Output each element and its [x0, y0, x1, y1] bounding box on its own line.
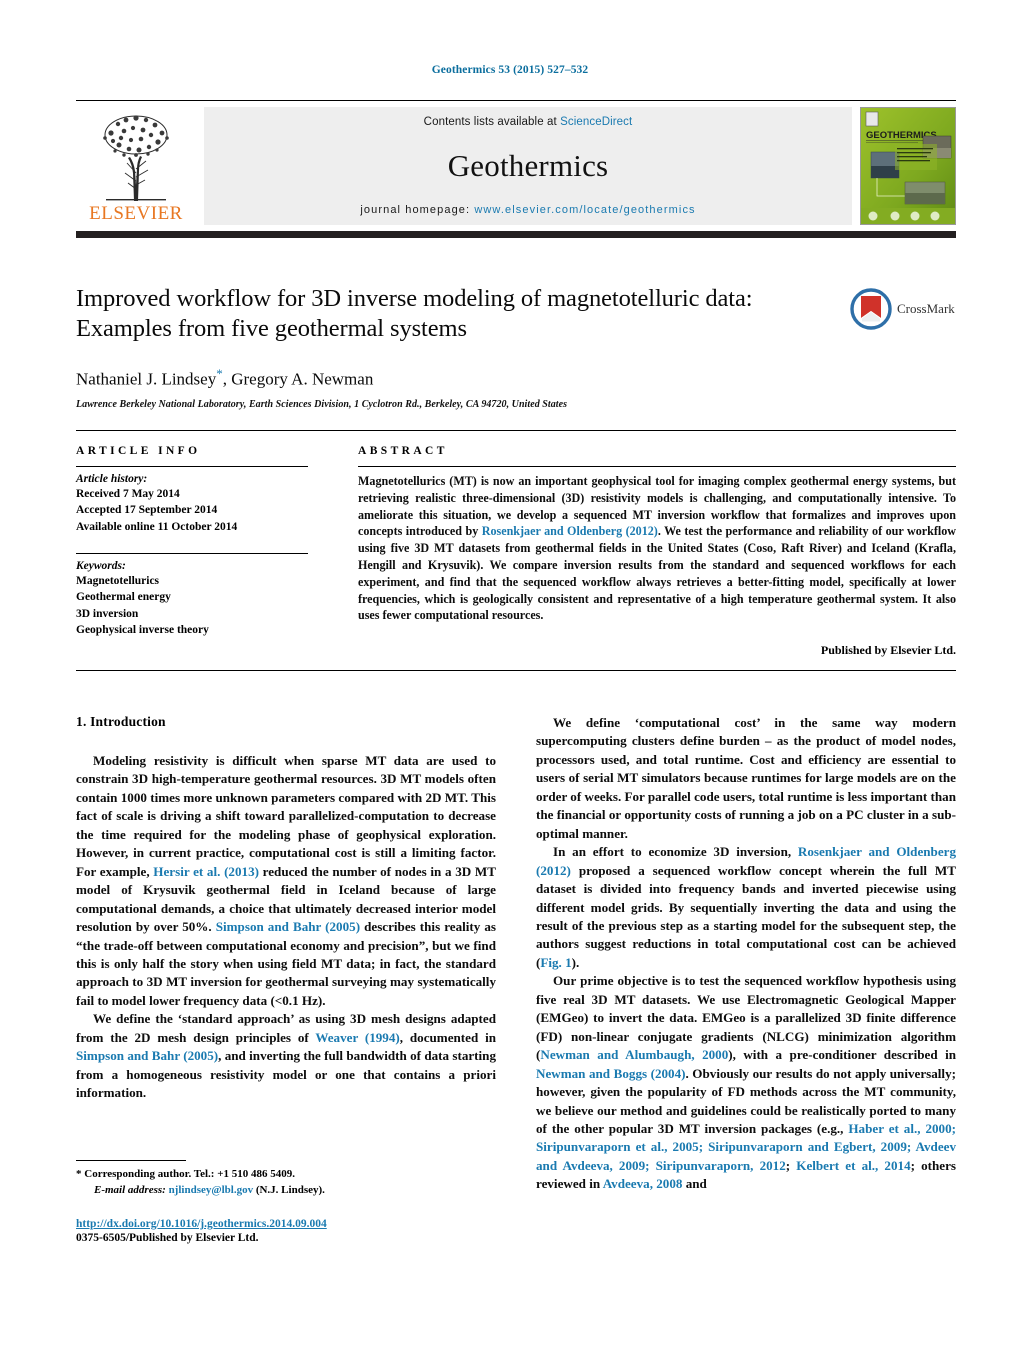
masthead-center: Contents lists available at ScienceDirec… — [204, 107, 852, 225]
body-column-left: 1. Introduction Modeling resistivity is … — [76, 714, 496, 1103]
elsevier-logo: ELSEVIER — [76, 107, 196, 225]
email-note: E-mail address: njlindsey@lbl.gov (N.J. … — [76, 1183, 496, 1199]
issn-publisher-line: 0375-6505/Published by Elsevier Ltd. — [76, 1232, 259, 1244]
citation-link[interactable]: Fig. 1 — [540, 955, 571, 970]
journal-title: Geothermics — [447, 148, 609, 183]
crossmark-badge[interactable]: CrossMark — [850, 286, 956, 332]
paragraph-text: In an effort to economize 3D inversion, — [553, 844, 798, 860]
footnote-corresponding-text: Corresponding author. Tel.: +1 510 486 5… — [84, 1168, 295, 1180]
abstract-part-2: . We test the performance and reliabilit… — [358, 524, 957, 623]
title-block: Improved workflow for 3D inverse modelin… — [76, 284, 956, 410]
body-paragraph: Modeling resistivity is difficult when s… — [76, 752, 496, 1010]
citation-link[interactable]: Newman and Alumbaugh, 2000 — [540, 1047, 728, 1062]
page-title: Improved workflow for 3D inverse modelin… — [76, 285, 753, 342]
masthead-bottom-rule — [76, 231, 956, 238]
body-paragraph: We define ‘computational cost’ in the sa… — [536, 714, 956, 843]
crossmark-label: CrossMark — [897, 301, 955, 316]
abstract-rule — [358, 466, 956, 467]
paragraph-text: Modeling resistivity is difficult when s… — [76, 753, 496, 879]
elsevier-tree-icon — [103, 115, 169, 201]
paragraph-text: ), with a pre-conditioner described in — [728, 1047, 956, 1063]
article-history-online: Available online 11 October 2014 — [76, 520, 238, 533]
journal-homepage-line: journal homepage: www.elsevier.com/locat… — [360, 204, 695, 216]
crossmark-icon — [850, 288, 892, 330]
citation-link[interactable]: Weaver (1994) — [315, 1030, 399, 1045]
affiliation: Lawrence Berkeley National Laboratory, E… — [76, 399, 568, 411]
sciencedirect-link[interactable]: ScienceDirect — [560, 116, 632, 128]
body-columns: 1. Introduction Modeling resistivity is … — [76, 714, 956, 1191]
keywords-label: Keywords: — [76, 559, 126, 572]
author-secondary: , Gregory A. Newman — [222, 369, 374, 389]
journal-masthead: ELSEVIER Contents lists available at Sci… — [76, 100, 956, 238]
abstract-text: Magnetotellurics (MT) is now an importan… — [358, 473, 956, 624]
footnote-block: * Corresponding author. Tel.: +1 510 486… — [76, 1160, 496, 1199]
citation-link[interactable]: Avdeeva, 2008 — [603, 1176, 683, 1191]
paragraph-text: We define ‘computational cost’ in the sa… — [536, 715, 956, 841]
doi-block: http://dx.doi.org/10.1016/j.geothermics.… — [76, 1218, 516, 1244]
email-owner: (N.J. Lindsey). — [255, 1183, 325, 1196]
abstract-heading: ABSTRACT — [358, 445, 448, 457]
article-history-label: Article history: — [76, 473, 148, 485]
keyword-item: 3D inversion — [76, 607, 139, 620]
article-history-received: Received 7 May 2014 — [76, 488, 180, 500]
email-address-label: E-mail address: — [94, 1183, 166, 1196]
corresponding-author-note: * Corresponding author. Tel.: +1 510 486… — [76, 1167, 496, 1183]
abstract-copyright: Published by Elsevier Ltd. — [820, 643, 956, 658]
running-head: Geothermics 53 (2015) 527–532 — [431, 64, 589, 76]
masthead-top-rule — [76, 100, 956, 101]
contents-prefix: Contents lists available at — [423, 116, 561, 128]
doi-link[interactable]: http://dx.doi.org/10.1016/j.geothermics.… — [76, 1218, 516, 1230]
paper-page: Geothermics 53 (2015) 527–532 ELSEVIER C… — [0, 0, 1020, 1351]
article-info-column: ARTICLE INFO Article history: Received 7… — [76, 445, 334, 658]
article-info-rule — [76, 466, 308, 467]
article-info-heading: ARTICLE INFO — [76, 445, 201, 457]
elsevier-wordmark: ELSEVIER — [89, 203, 183, 224]
keywords-rule — [76, 552, 308, 554]
body-paragraph: In an effort to economize 3D inversion, … — [536, 843, 956, 972]
keyword-item: Geophysical inverse theory — [76, 623, 209, 636]
paragraph-text: ). — [571, 954, 580, 970]
abstract-citation-link[interactable]: Rosenkjaer and Oldenberg (2012) — [482, 524, 658, 538]
body-column-right: We define ‘computational cost’ in the sa… — [536, 714, 956, 1194]
article-history-accepted: Accepted 17 September 2014 — [76, 504, 218, 517]
citation-link[interactable]: Simpson and Bahr (2005) — [216, 919, 360, 934]
email-link[interactable]: njlindsey@lbl.gov — [169, 1184, 254, 1196]
section-heading-introduction: 1. Introduction — [76, 714, 166, 729]
author-list: Nathaniel J. Lindsey*, Gregory A. Newman — [76, 366, 956, 390]
paragraph-text: ; — [785, 1157, 797, 1173]
author-primary: Nathaniel J. Lindsey — [76, 369, 217, 389]
journal-homepage-link[interactable]: www.elsevier.com/locate/geothermics — [474, 204, 695, 216]
keyword-item: Magnetotellurics — [76, 574, 160, 587]
info-abstract-panel: ARTICLE INFO Article history: Received 7… — [76, 430, 956, 672]
citation-link[interactable]: Simpson and Bahr (2005) — [76, 1048, 218, 1063]
cover-art: GEOTHERMICS — [861, 108, 955, 224]
left-paragraph-container: Modeling resistivity is difficult when s… — [76, 752, 496, 1103]
abstract-column: ABSTRACT Magnetotellurics (MT) is now an… — [334, 445, 956, 658]
paragraph-text: proposed a sequenced workflow concept wh… — [536, 862, 956, 970]
journal-cover-thumbnail: GEOTHERMICS — [860, 107, 956, 225]
citation-link[interactable]: Newman and Boggs (2004) — [536, 1066, 686, 1081]
body-paragraph: Our prime objective is to test the seque… — [536, 972, 956, 1193]
homepage-prefix: journal homepage: — [360, 204, 475, 216]
contents-available-line: Contents lists available at ScienceDirec… — [424, 116, 633, 128]
footnote-marker: * — [76, 1168, 82, 1180]
paragraph-text: and — [682, 1176, 707, 1192]
paragraph-text: , documented in — [399, 1029, 496, 1045]
keyword-item: Geothermal energy — [76, 591, 171, 604]
citation-link[interactable]: Hersir et al. (2013) — [153, 864, 259, 879]
body-paragraph: We define the ‘standard approach’ as usi… — [76, 1010, 496, 1102]
footnote-rule — [76, 1160, 186, 1161]
right-paragraph-container: We define ‘computational cost’ in the sa… — [536, 714, 956, 1194]
citation-link[interactable]: Kelbert et al., 2014 — [796, 1158, 910, 1173]
